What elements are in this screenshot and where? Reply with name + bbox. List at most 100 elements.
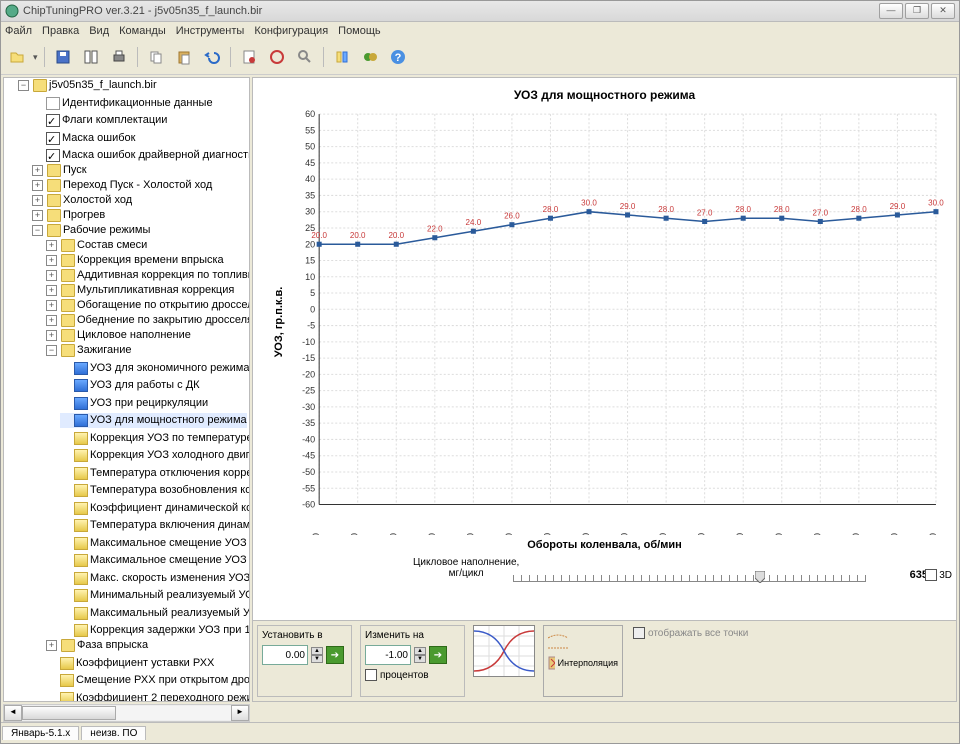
preview-chart [473, 625, 535, 677]
percent-checkbox[interactable] [365, 669, 377, 681]
tree-item[interactable]: Смещение РХХ при открытом дросселе [46, 673, 250, 688]
tree-item[interactable]: Температура отключения коррекции УО [60, 466, 250, 481]
tree-item[interactable]: + Обеднение по закрытию дросселя [46, 313, 250, 328]
status-tab-2[interactable]: неизв. ПО [81, 726, 146, 740]
settings-button[interactable] [330, 45, 354, 69]
tree-item[interactable]: Коэффициент динамической коррекции У [60, 501, 250, 516]
change-value-input[interactable] [365, 645, 411, 665]
tree-item[interactable]: УОЗ для работы с ДК [60, 378, 200, 393]
help-button[interactable]: ? [386, 45, 410, 69]
svg-text:50: 50 [305, 142, 315, 152]
set-spinner[interactable]: ▲▼ [311, 647, 323, 663]
svg-text:27.0: 27.0 [697, 208, 713, 217]
svg-text:45: 45 [305, 158, 315, 168]
menu-view[interactable]: Вид [89, 25, 109, 37]
chart-area[interactable]: УОЗ для мощностного режима УОЗ, гр.п.к.в… [252, 77, 957, 621]
svg-text:10: 10 [305, 272, 315, 282]
fill-slider[interactable] [513, 561, 866, 582]
script-button[interactable] [237, 45, 261, 69]
undo-button[interactable] [200, 45, 224, 69]
change-apply-button[interactable]: ➔ [429, 646, 447, 664]
maximize-button[interactable]: ❐ [905, 3, 929, 19]
tree-item[interactable]: + Обогащение по открытию дросселя [46, 298, 250, 313]
tree-item[interactable]: Макс. скорость изменения УОЗ [60, 571, 250, 586]
paste-button[interactable] [172, 45, 196, 69]
tree-root[interactable]: j5v05n35_f_launch.bir [49, 78, 157, 93]
tree-item[interactable]: Максимальное смещение УОЗ при динам [60, 536, 250, 551]
tree-item[interactable]: Коррекция УОЗ холодного двигателя в мо [60, 448, 250, 463]
svg-text:600: 600 [311, 533, 321, 535]
tree-item[interactable]: Максимальный реализуемый УОЗ [60, 606, 250, 621]
tree-item[interactable]: УОЗ при рециркуляции [60, 396, 208, 411]
svg-text:-35: -35 [302, 418, 315, 428]
tree-item[interactable]: Коэффициент 2 переходного режима [46, 691, 250, 703]
svg-text:2000: 2000 [504, 533, 514, 535]
svg-text:1500: 1500 [465, 533, 475, 535]
tree-item[interactable]: Коэффициент уставки РХХ [46, 656, 214, 671]
tree-faza[interactable]: Фаза впрыска [77, 638, 148, 653]
print-button[interactable] [107, 45, 131, 69]
tree-item[interactable]: Коррекция задержки УОЗ при 10240 об/м [60, 623, 250, 638]
change-spinner[interactable]: ▲▼ [414, 647, 426, 663]
menu-help[interactable]: Помощь [338, 25, 381, 37]
tree-item[interactable]: Максимальное смещение УОЗ при детона [60, 553, 250, 568]
svg-text:4000: 4000 [658, 533, 668, 535]
copy-button[interactable] [144, 45, 168, 69]
tree-item[interactable]: Температура возобновления коррекции У [60, 483, 250, 498]
save-button[interactable] [51, 45, 75, 69]
open-button[interactable] [5, 45, 29, 69]
close-button[interactable]: ✕ [931, 3, 955, 19]
menu-config[interactable]: Конфигурация [254, 25, 328, 37]
map-button[interactable] [265, 45, 289, 69]
plugin-button[interactable] [358, 45, 382, 69]
status-tab-1[interactable]: Январь-5.1.x [2, 726, 79, 740]
3d-checkbox[interactable]: 3D [925, 569, 952, 581]
tree-item[interactable]: + Переход Пуск - Холостой ход [32, 178, 212, 193]
svg-text:30.0: 30.0 [581, 199, 597, 208]
tree-item[interactable]: + Холостой ход [32, 193, 132, 208]
tree-item[interactable]: + Прогрев [32, 208, 105, 223]
minimize-button[interactable]: — [879, 3, 903, 19]
chart-title: УОЗ для мощностного режима [253, 88, 956, 102]
svg-text:-15: -15 [302, 353, 315, 363]
tree-item[interactable]: УОЗ для мощностного режима [60, 413, 247, 428]
tree-item[interactable]: ✓ Флаги комплектации [32, 113, 167, 128]
svg-text:27.0: 27.0 [812, 208, 828, 217]
set-apply-button[interactable]: ➔ [326, 646, 344, 664]
menu-edit[interactable]: Правка [42, 25, 79, 37]
menu-tools[interactable]: Инструменты [176, 25, 245, 37]
svg-text:-30: -30 [302, 402, 315, 412]
tree-item[interactable]: Температура включения динамической ко [60, 518, 250, 533]
tree-item[interactable]: Коррекция УОЗ по температуре [60, 431, 250, 446]
tree-item[interactable]: Минимальный реализуемый УОЗ [60, 588, 250, 603]
search-button[interactable] [293, 45, 317, 69]
menu-file[interactable]: Файл [5, 25, 32, 37]
tree-item[interactable]: + Состав смеси [46, 238, 147, 253]
svg-text:30.0: 30.0 [928, 199, 944, 208]
set-value-input[interactable] [262, 645, 308, 665]
tree-item[interactable]: Идентификационные данные [32, 96, 213, 111]
tree-item[interactable]: ✓ Маска ошибок [32, 131, 135, 146]
svg-text:4500: 4500 [697, 533, 707, 535]
menu-commands[interactable]: Команды [119, 25, 166, 37]
interp-button[interactable]: Интерполяция [548, 656, 618, 670]
tree-item[interactable]: + Аддитивная коррекция по топливной плен… [46, 268, 250, 283]
tree-item[interactable]: + Цикловое наполнение [46, 328, 191, 343]
change-label: Изменить на [365, 630, 460, 641]
tree-item[interactable]: + Пуск [32, 163, 87, 178]
tree-rab[interactable]: Рабочие режимы [63, 223, 150, 238]
svg-text:-45: -45 [302, 451, 315, 461]
tree-item[interactable]: УОЗ для экономичного режима [60, 361, 249, 376]
tree-h-scrollbar[interactable]: ◄► [3, 704, 250, 722]
tree-zaz[interactable]: Зажигание [77, 343, 132, 358]
slider-thumb-icon[interactable] [755, 571, 765, 586]
show-all-checkbox[interactable]: отображать все точки [633, 627, 956, 639]
tree-item[interactable]: + Мультипликативная коррекция [46, 283, 234, 298]
curve1-button[interactable] [548, 630, 618, 640]
tree-item[interactable]: ✓ Маска ошибок драйверной диагностики [32, 148, 250, 163]
tree-view[interactable]: − j5v05n35_f_launch.bir Идентификационны… [3, 77, 250, 702]
compare-button[interactable] [79, 45, 103, 69]
tree-item[interactable]: + Коррекция времени впрыска [46, 253, 224, 268]
curve2-button[interactable] [548, 643, 618, 653]
svg-text:20.0: 20.0 [388, 231, 404, 240]
